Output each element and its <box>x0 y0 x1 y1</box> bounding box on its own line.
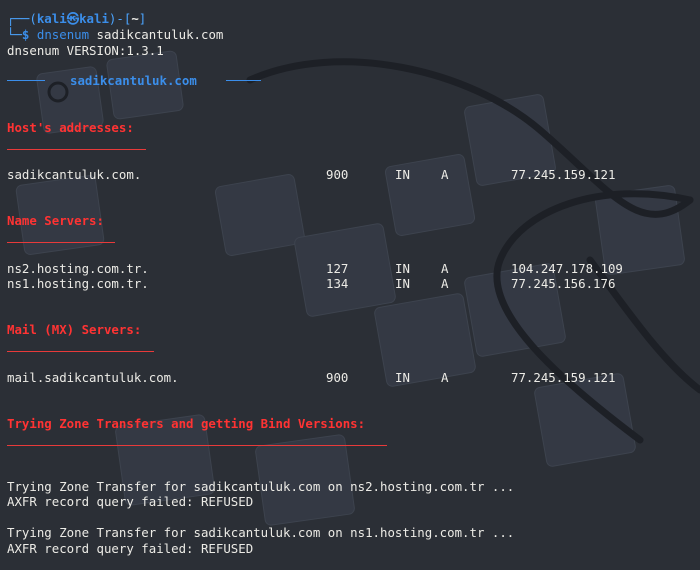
version-line: dnsenum VERSION:1.3.1 <box>7 43 164 58</box>
section-rule-hosts <box>7 149 146 150</box>
record-address: 77.245.159.121 <box>511 370 616 385</box>
zone-transfer-attempt: Trying Zone Transfer for sadikcantuluk.c… <box>7 525 515 540</box>
prompt-at-symbol: ㉿ <box>66 11 80 26</box>
terminal-output: ┌──(kali㉿kali)-[~] └─$ dnsenum sadikcant… <box>0 0 700 570</box>
command-argument: sadikcantuluk.com <box>96 27 224 42</box>
section-title-hosts: Host's addresses: <box>7 120 134 135</box>
record-class: IN <box>395 276 410 291</box>
record-ttl: 900 <box>326 167 349 182</box>
banner-rule-left <box>7 80 45 81</box>
record-ttl: 134 <box>326 276 349 291</box>
section-rule-zone-transfers <box>7 445 387 446</box>
record-type: A <box>441 370 449 385</box>
prompt-dir: ~ <box>131 11 139 26</box>
record-type: A <box>441 261 449 276</box>
prompt-dir-open: )-[ <box>108 11 132 26</box>
record-ttl: 127 <box>326 261 349 276</box>
section-rule-nameservers <box>7 242 115 243</box>
prompt-top-corner: ┌──( <box>7 11 37 26</box>
prompt-bottom-corner: └─ <box>7 27 22 42</box>
record-address: 77.245.159.121 <box>511 167 616 182</box>
target-banner: sadikcantuluk.com <box>70 73 197 88</box>
record-name: sadikcantuluk.com. <box>7 167 142 182</box>
record-address: 77.245.156.176 <box>511 276 616 291</box>
record-class: IN <box>395 261 410 276</box>
record-class: IN <box>395 370 410 385</box>
prompt-user: kali <box>36 11 67 26</box>
zone-transfer-result: AXFR record query failed: REFUSED <box>7 494 254 509</box>
prompt-host: kali <box>79 11 109 26</box>
prompt-dir-close: ] <box>138 11 147 26</box>
zone-transfer-result: AXFR record query failed: REFUSED <box>7 541 254 556</box>
section-title-zone-transfers: Trying Zone Transfers and getting Bind V… <box>7 416 366 431</box>
section-rule-mx <box>7 351 154 352</box>
record-type: A <box>441 167 449 182</box>
zone-transfer-attempt: Trying Zone Transfer for sadikcantuluk.c… <box>7 479 515 494</box>
record-class: IN <box>395 167 410 182</box>
section-title-mx: Mail (MX) Servers: <box>7 322 142 337</box>
record-name: ns2.hosting.com.tr. <box>7 261 149 276</box>
prompt-dollar: $ <box>21 27 30 42</box>
section-title-nameservers: Name Servers: <box>7 213 104 228</box>
command-name: dnsenum <box>36 27 90 42</box>
record-ttl: 900 <box>326 370 349 385</box>
command-line: └─$ dnsenum sadikcantuluk.com <box>7 27 223 42</box>
record-type: A <box>441 276 449 291</box>
record-name: ns1.hosting.com.tr. <box>7 276 149 291</box>
record-name: mail.sadikcantuluk.com. <box>7 370 179 385</box>
record-address: 104.247.178.109 <box>511 261 623 276</box>
prompt-line: ┌──(kali㉿kali)-[~] <box>7 11 146 26</box>
banner-rule-right <box>226 80 261 81</box>
